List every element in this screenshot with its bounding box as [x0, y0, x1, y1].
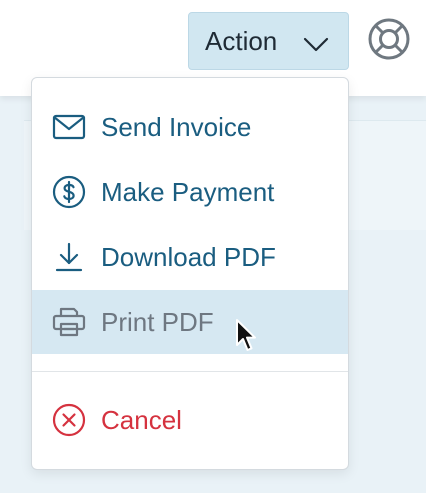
- printer-icon: [52, 305, 86, 339]
- dollar-circle-icon: [52, 175, 86, 209]
- menu-item-label: Cancel: [101, 404, 182, 435]
- menu-item-label: Print PDF: [101, 306, 214, 337]
- menu-item-send-invoice[interactable]: Send Invoice: [32, 95, 348, 159]
- lifebuoy-icon[interactable]: [367, 17, 411, 66]
- menu-divider: [32, 371, 348, 372]
- menu-item-label: Send Invoice: [101, 111, 252, 142]
- mouse-pointer-icon: [235, 318, 259, 359]
- menu-item-label: Make Payment: [101, 176, 275, 207]
- action-button-label: Action: [205, 25, 278, 56]
- menu-item-cancel[interactable]: Cancel: [32, 388, 348, 452]
- menu-item-print-pdf[interactable]: Print PDF: [32, 290, 348, 354]
- chevron-down-icon: [303, 31, 329, 62]
- envelope-icon: [52, 110, 86, 144]
- x-circle-icon: [52, 403, 86, 437]
- action-menu: Send Invoice Make Payment Download PDF P…: [31, 77, 349, 470]
- action-dropdown-button[interactable]: Action: [188, 12, 349, 70]
- menu-item-download-pdf[interactable]: Download PDF: [32, 225, 348, 289]
- menu-item-make-payment[interactable]: Make Payment: [32, 160, 348, 224]
- menu-item-label: Download PDF: [101, 241, 276, 272]
- download-icon: [52, 240, 86, 274]
